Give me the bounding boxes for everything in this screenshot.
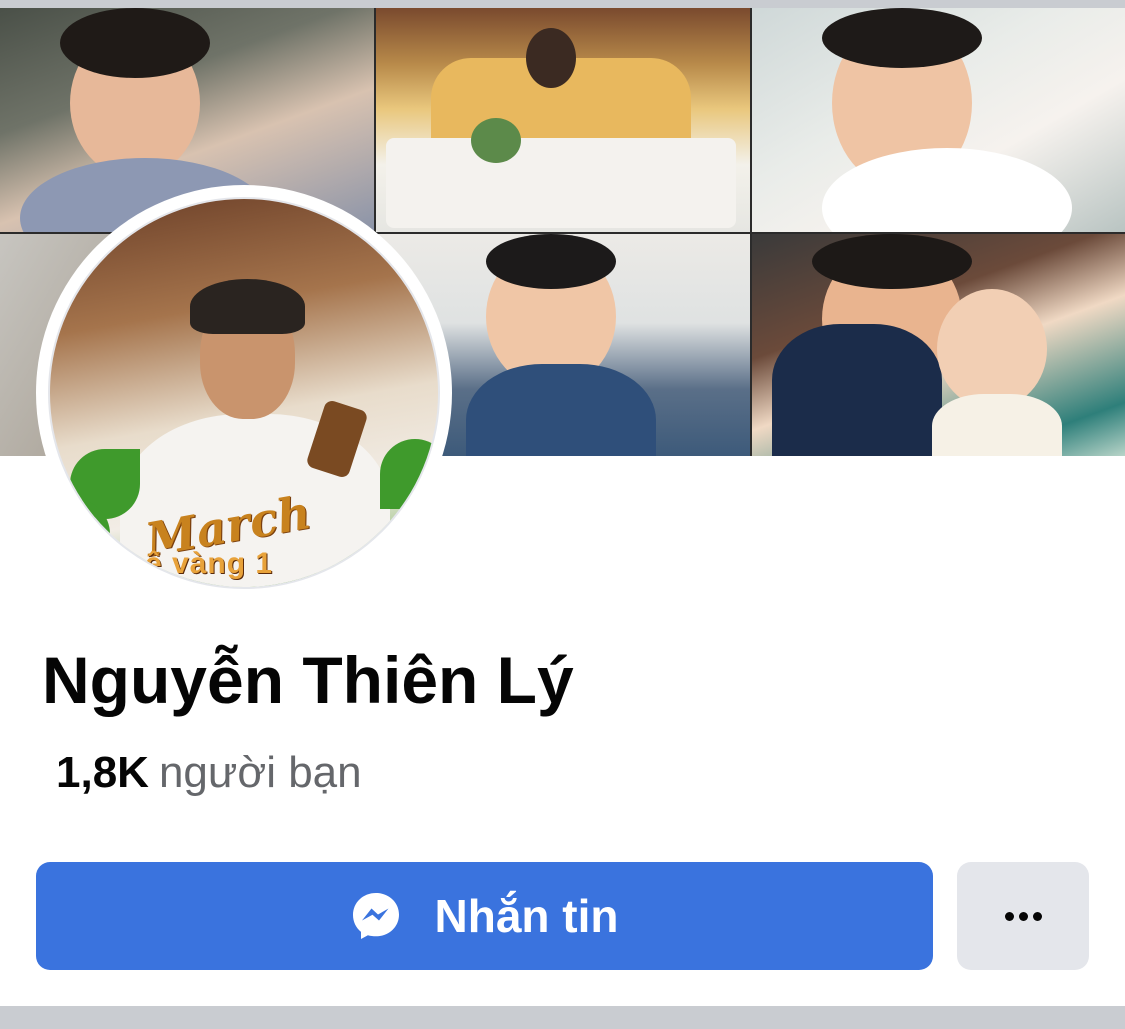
profile-name: Nguyễn Thiên Lý xyxy=(42,643,574,717)
cover-photo-tile xyxy=(376,8,750,232)
avatar-frame-subtext: ệ vàng 1 xyxy=(145,547,274,580)
cover-photo-tile xyxy=(752,8,1125,232)
more-dots-icon xyxy=(1004,911,1042,921)
friends-count: 1,8K xyxy=(56,748,149,797)
message-button[interactable]: Nhắn tin xyxy=(36,862,933,970)
messenger-icon xyxy=(351,891,401,941)
friends-label: người bạn xyxy=(158,748,362,797)
profile-picture[interactable]: March ệ vàng 1 xyxy=(48,197,440,589)
message-button-label: Nhắn tin xyxy=(434,890,619,942)
friends-summary[interactable]: 1,8K người bạn xyxy=(56,745,362,801)
section-divider xyxy=(0,1006,1125,1029)
profile-page: March ệ vàng 1 Nguyễn Thiên Lý 1,8K người… xyxy=(0,0,1125,1029)
top-divider xyxy=(0,0,1125,8)
cover-photo-tile xyxy=(752,234,1125,456)
more-options-button[interactable] xyxy=(957,862,1089,970)
